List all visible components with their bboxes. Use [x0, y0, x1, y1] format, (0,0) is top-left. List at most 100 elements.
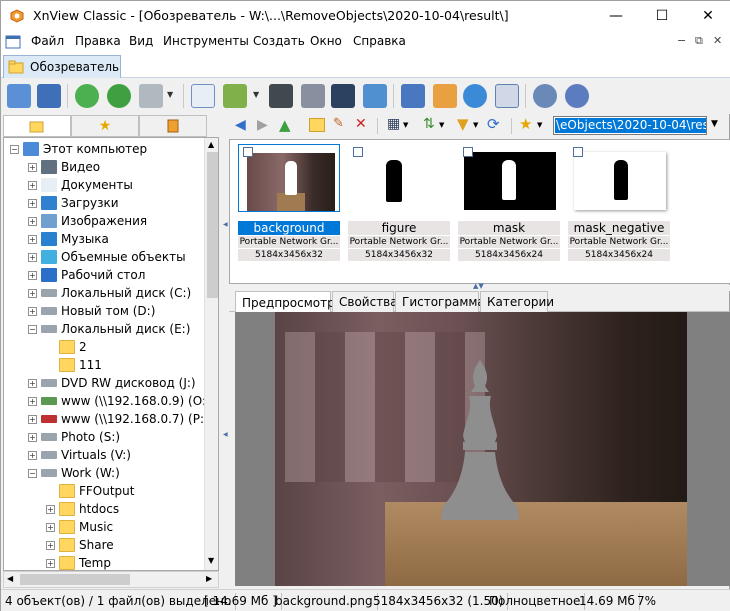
tab-folders[interactable]	[3, 115, 71, 137]
web-page-icon[interactable]	[463, 84, 487, 108]
collapse-icon[interactable]: −	[10, 144, 19, 154]
tree-item[interactable]: − Локальный диск (E:)	[28, 320, 190, 338]
thumbnail-checkbox[interactable]	[353, 147, 363, 157]
fullscreen-icon[interactable]	[37, 84, 61, 108]
tree-item[interactable]: + Документы	[28, 176, 133, 194]
chevron-down-icon[interactable]: ▼	[439, 121, 444, 129]
expand-icon[interactable]: +	[46, 504, 55, 514]
expand-icon[interactable]: +	[28, 252, 37, 262]
image-preview[interactable]	[235, 312, 730, 586]
menu-view[interactable]: Вид	[129, 34, 153, 48]
scroll-right-icon[interactable]: ▶	[206, 574, 212, 583]
tree-item[interactable]: + Объемные объекты	[28, 248, 186, 266]
chevron-down-icon[interactable]: ▼	[537, 121, 542, 129]
tab-histogram[interactable]: Гистограмма	[395, 291, 485, 312]
rename-icon[interactable]: ✎	[333, 116, 344, 131]
search-binoculars-icon[interactable]	[269, 84, 293, 108]
tree-item[interactable]: + Temp	[46, 554, 111, 570]
move-to-icon[interactable]	[223, 84, 247, 108]
tree-item[interactable]: + Видео	[28, 158, 100, 176]
back-arrow-icon[interactable]: ◀	[235, 117, 246, 133]
tab-properties[interactable]: Свойства	[332, 291, 398, 312]
tree-item[interactable]: + www (\\192.168.0.7) (P:)	[28, 410, 209, 428]
expand-icon[interactable]: +	[28, 288, 37, 298]
tree-item[interactable]: + Музыка	[28, 230, 109, 248]
mdi-minimize-button[interactable]: −	[677, 34, 686, 47]
menu-edit[interactable]: Правка	[75, 34, 121, 48]
tree-item[interactable]: + Изображения	[28, 212, 147, 230]
gear-icon[interactable]	[533, 84, 557, 108]
thumbnail-grid[interactable]: background Portable Network Gr... 5184x3…	[229, 139, 730, 284]
folder-tree[interactable]: − Этот компьютер + Видео + Документы + Загрузки…	[3, 137, 219, 571]
mdi-restore-button[interactable]: ⧉	[695, 34, 703, 48]
expand-icon[interactable]: +	[28, 234, 37, 244]
expand-icon[interactable]: +	[46, 558, 55, 568]
expand-icon[interactable]: +	[28, 450, 37, 460]
file-info-icon[interactable]	[191, 84, 215, 108]
tree-vertical-scrollbar[interactable]: ▲ ▼	[204, 138, 218, 570]
menu-file[interactable]: Файл	[31, 34, 64, 48]
expand-icon[interactable]: +	[28, 198, 37, 208]
tree-item[interactable]: + Загрузки	[28, 194, 119, 212]
reload-icon[interactable]	[107, 84, 131, 108]
thumbnail-checkbox[interactable]	[463, 147, 473, 157]
chevron-down-icon[interactable]: ▼	[167, 90, 173, 99]
expand-icon[interactable]: +	[28, 180, 37, 190]
refresh-icon[interactable]	[75, 84, 99, 108]
splitter-grip-icon[interactable]: ◀	[223, 221, 228, 228]
expand-icon[interactable]: +	[28, 414, 37, 424]
favorites-star-icon[interactable]: ★	[519, 115, 532, 133]
thumbnail-checkbox[interactable]	[243, 147, 253, 157]
batch-convert-icon[interactable]	[139, 84, 163, 108]
collapse-icon[interactable]: −	[28, 468, 37, 478]
thumbnail-checkbox[interactable]	[573, 147, 583, 157]
collapse-icon[interactable]: −	[28, 324, 37, 334]
filter-icon[interactable]: ▼	[457, 115, 469, 133]
thumbnail-item[interactable]: figure Portable Network Gr... 5184x3456x…	[348, 142, 452, 272]
sort-icon[interactable]: ⇅	[423, 116, 435, 132]
thumbnail-item[interactable]: mask Portable Network Gr... 5184x3456x24	[458, 142, 562, 272]
view-mode-icon[interactable]: ▦	[387, 116, 400, 132]
menu-help[interactable]: Справка	[353, 34, 406, 48]
expand-icon[interactable]: +	[46, 540, 55, 550]
scroll-down-icon[interactable]: ▼	[208, 556, 214, 565]
menu-create[interactable]: Создать	[253, 34, 305, 48]
chevron-down-icon[interactable]: ▼	[403, 121, 408, 129]
scroll-up-icon[interactable]: ▲	[208, 140, 214, 149]
up-folder-icon[interactable]: ▲	[279, 116, 291, 134]
tree-item[interactable]: + DVD RW дисковод (J:)	[28, 374, 196, 392]
tree-item[interactable]: + Рабочий стол	[28, 266, 145, 284]
expand-icon[interactable]: +	[28, 396, 37, 406]
tab-categories[interactable]	[139, 115, 207, 137]
tab-categories-preview[interactable]: Категории	[480, 291, 554, 312]
title-bar[interactable]: XnView Classic - [Обозреватель - W:\...\…	[1, 1, 730, 31]
contact-sheet-icon[interactable]	[495, 84, 519, 108]
thumbnail-item[interactable]: mask_negative Portable Network Gr... 518…	[568, 142, 672, 272]
convert-icon[interactable]	[363, 84, 387, 108]
tree-item[interactable]: − Work (W:)	[28, 464, 120, 482]
sync-icon[interactable]: ⟳	[487, 115, 500, 133]
tree-item[interactable]: + htdocs	[46, 500, 119, 518]
expand-icon[interactable]: +	[46, 522, 55, 532]
expand-icon[interactable]: +	[28, 270, 37, 280]
print-icon[interactable]	[301, 84, 325, 108]
close-button[interactable]: ✕	[685, 1, 730, 31]
tree-horizontal-scrollbar[interactable]: ◀ ▶	[3, 571, 219, 588]
expand-icon[interactable]: +	[28, 378, 37, 388]
capture-icon[interactable]	[401, 84, 425, 108]
tree-item[interactable]: FFOutput	[46, 482, 135, 500]
tab-browser[interactable]: Обозреватель	[3, 55, 121, 78]
tree-item[interactable]: + www (\\192.168.0.9) (O:)	[28, 392, 211, 410]
thumbnail-item[interactable]: background Portable Network Gr... 5184x3…	[238, 142, 342, 272]
slideshow-icon[interactable]	[433, 84, 457, 108]
delete-icon[interactable]: ✕	[355, 116, 367, 132]
tree-item[interactable]: + Virtuals (V:)	[28, 446, 131, 464]
new-folder-icon[interactable]	[309, 118, 325, 132]
scroll-thumb[interactable]	[20, 574, 130, 585]
info-icon[interactable]	[565, 84, 589, 108]
forward-arrow-icon[interactable]: ▶	[257, 117, 268, 133]
scroll-left-icon[interactable]: ◀	[7, 574, 13, 583]
tab-favorites[interactable]: ★	[71, 115, 139, 137]
maximize-button[interactable]: ☐	[639, 1, 685, 31]
tree-item[interactable]: + Новый том (D:)	[28, 302, 155, 320]
